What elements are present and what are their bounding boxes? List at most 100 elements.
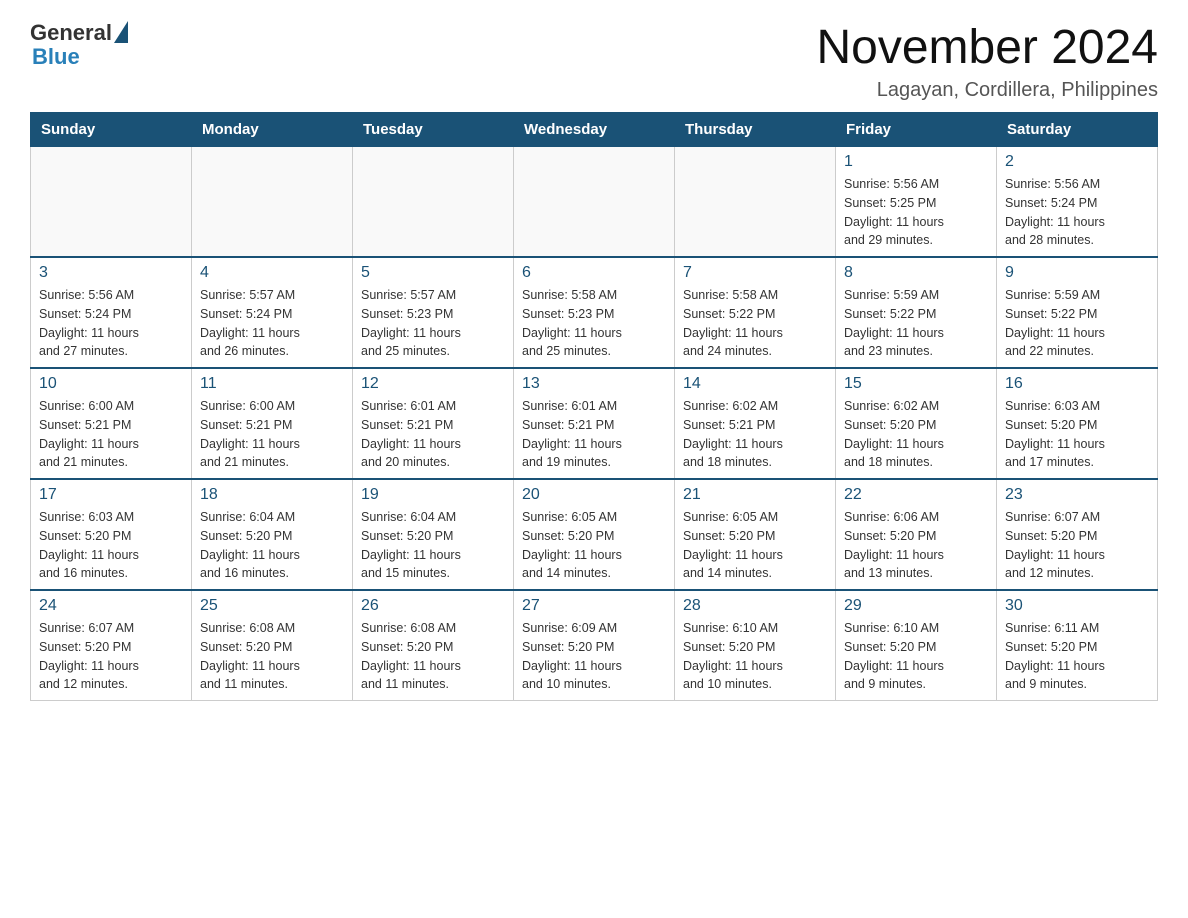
day-info: Sunrise: 6:10 AMSunset: 5:20 PMDaylight:…: [844, 619, 988, 694]
day-number: 14: [683, 375, 827, 393]
day-info: Sunrise: 6:03 AMSunset: 5:20 PMDaylight:…: [39, 508, 183, 583]
weekday-header-sunday: Sunday: [31, 113, 192, 147]
calendar-week-row: 3Sunrise: 5:56 AMSunset: 5:24 PMDaylight…: [31, 257, 1158, 368]
day-info: Sunrise: 6:01 AMSunset: 5:21 PMDaylight:…: [361, 397, 505, 472]
calendar-cell: 16 Sunrise: 6:03 AMSunset: 5:20 PMDayligh…: [997, 368, 1158, 479]
day-info: Sunrise: 6:09 AMSunset: 5:20 PMDaylight:…: [522, 619, 666, 694]
weekday-header-thursday: Thursday: [675, 113, 836, 147]
day-info: Sunrise: 6:07 AMSunset: 5:20 PMDaylight:…: [39, 619, 183, 694]
logo: General Blue: [30, 20, 128, 70]
day-info: Sunrise: 6:08 AMSunset: 5:20 PMDaylight:…: [361, 619, 505, 694]
calendar-cell: 7Sunrise: 5:58 AMSunset: 5:22 PMDaylight…: [675, 257, 836, 368]
day-number: 24: [39, 597, 183, 615]
day-info: Sunrise: 6:02 AMSunset: 5:21 PMDaylight:…: [683, 397, 827, 472]
calendar-cell: 8 Sunrise: 5:59 AMSunset: 5:22 PMDaylight…: [836, 257, 997, 368]
calendar-cell: 13 Sunrise: 6:01 AMSunset: 5:21 PMDayligh…: [514, 368, 675, 479]
day-info: Sunrise: 6:04 AMSunset: 5:20 PMDaylight:…: [361, 508, 505, 583]
day-info: Sunrise: 6:06 AMSunset: 5:20 PMDaylight:…: [844, 508, 988, 583]
calendar-cell: 1 Sunrise: 5:56 AMSunset: 5:25 PMDaylight…: [836, 147, 997, 258]
calendar-cell: [353, 147, 514, 258]
day-info: Sunrise: 6:04 AMSunset: 5:20 PMDaylight:…: [200, 508, 344, 583]
day-info: Sunrise: 6:05 AMSunset: 5:20 PMDaylight:…: [683, 508, 827, 583]
day-number: 22: [844, 486, 988, 504]
day-info: Sunrise: 5:59 AMSunset: 5:22 PMDaylight:…: [844, 286, 988, 361]
day-number: 23: [1005, 486, 1149, 504]
day-number: 11: [200, 375, 344, 393]
calendar-cell: 29Sunrise: 6:10 AMSunset: 5:20 PMDayligh…: [836, 590, 997, 701]
day-number: 6: [522, 264, 666, 282]
day-number: 27: [522, 597, 666, 615]
weekday-header-wednesday: Wednesday: [514, 113, 675, 147]
day-number: 25: [200, 597, 344, 615]
calendar-cell: 10 Sunrise: 6:00 AMSunset: 5:21 PMDayligh…: [31, 368, 192, 479]
calendar-cell: 17 Sunrise: 6:03 AMSunset: 5:20 PMDayligh…: [31, 479, 192, 590]
weekday-header-saturday: Saturday: [997, 113, 1158, 147]
calendar-cell: 19 Sunrise: 6:04 AMSunset: 5:20 PMDayligh…: [353, 479, 514, 590]
logo-triangle-icon: [114, 21, 128, 43]
day-info: Sunrise: 6:05 AMSunset: 5:20 PMDaylight:…: [522, 508, 666, 583]
calendar-cell: 30 Sunrise: 6:11 AMSunset: 5:20 PMDayligh…: [997, 590, 1158, 701]
calendar-cell: [192, 147, 353, 258]
calendar-cell: 27 Sunrise: 6:09 AMSunset: 5:20 PMDayligh…: [514, 590, 675, 701]
day-number: 21: [683, 486, 827, 504]
calendar-table: SundayMondayTuesdayWednesdayThursdayFrid…: [30, 112, 1158, 701]
day-number: 30: [1005, 597, 1149, 615]
day-info: Sunrise: 6:03 AMSunset: 5:20 PMDaylight:…: [1005, 397, 1149, 472]
calendar-cell: [31, 147, 192, 258]
day-info: Sunrise: 6:07 AMSunset: 5:20 PMDaylight:…: [1005, 508, 1149, 583]
day-number: 5: [361, 264, 505, 282]
day-info: Sunrise: 5:56 AMSunset: 5:24 PMDaylight:…: [1005, 175, 1149, 250]
calendar-cell: 9 Sunrise: 5:59 AMSunset: 5:22 PMDaylight…: [997, 257, 1158, 368]
day-info: Sunrise: 6:00 AMSunset: 5:21 PMDaylight:…: [39, 397, 183, 472]
day-info: Sunrise: 5:58 AMSunset: 5:23 PMDaylight:…: [522, 286, 666, 361]
logo-blue-text: Blue: [32, 44, 80, 70]
day-info: Sunrise: 6:08 AMSunset: 5:20 PMDaylight:…: [200, 619, 344, 694]
day-number: 10: [39, 375, 183, 393]
weekday-header-tuesday: Tuesday: [353, 113, 514, 147]
day-number: 19: [361, 486, 505, 504]
calendar-cell: 12 Sunrise: 6:01 AMSunset: 5:21 PMDayligh…: [353, 368, 514, 479]
calendar-cell: 26Sunrise: 6:08 AMSunset: 5:20 PMDayligh…: [353, 590, 514, 701]
calendar-cell: 22 Sunrise: 6:06 AMSunset: 5:20 PMDayligh…: [836, 479, 997, 590]
calendar-cell: 11Sunrise: 6:00 AMSunset: 5:21 PMDayligh…: [192, 368, 353, 479]
calendar-cell: 23 Sunrise: 6:07 AMSunset: 5:20 PMDayligh…: [997, 479, 1158, 590]
day-number: 13: [522, 375, 666, 393]
day-number: 16: [1005, 375, 1149, 393]
day-info: Sunrise: 6:02 AMSunset: 5:20 PMDaylight:…: [844, 397, 988, 472]
weekday-header-monday: Monday: [192, 113, 353, 147]
day-info: Sunrise: 6:10 AMSunset: 5:20 PMDaylight:…: [683, 619, 827, 694]
day-number: 1: [844, 153, 988, 171]
calendar-cell: [675, 147, 836, 258]
day-info: Sunrise: 6:01 AMSunset: 5:21 PMDaylight:…: [522, 397, 666, 472]
day-info: Sunrise: 5:57 AMSunset: 5:23 PMDaylight:…: [361, 286, 505, 361]
day-number: 18: [200, 486, 344, 504]
day-number: 7: [683, 264, 827, 282]
calendar-cell: 4Sunrise: 5:57 AMSunset: 5:24 PMDaylight…: [192, 257, 353, 368]
day-number: 9: [1005, 264, 1149, 282]
calendar-cell: 2 Sunrise: 5:56 AMSunset: 5:24 PMDaylight…: [997, 147, 1158, 258]
day-number: 17: [39, 486, 183, 504]
page-header: General Blue November 2024 Lagayan, Cord…: [30, 20, 1158, 102]
calendar-cell: 18 Sunrise: 6:04 AMSunset: 5:20 PMDayligh…: [192, 479, 353, 590]
calendar-cell: 21 Sunrise: 6:05 AMSunset: 5:20 PMDayligh…: [675, 479, 836, 590]
calendar-cell: 3Sunrise: 5:56 AMSunset: 5:24 PMDaylight…: [31, 257, 192, 368]
day-number: 2: [1005, 153, 1149, 171]
logo-general-text: General: [30, 20, 112, 46]
calendar-cell: 28 Sunrise: 6:10 AMSunset: 5:20 PMDayligh…: [675, 590, 836, 701]
calendar-cell: 14 Sunrise: 6:02 AMSunset: 5:21 PMDayligh…: [675, 368, 836, 479]
calendar-cell: 20Sunrise: 6:05 AMSunset: 5:20 PMDayligh…: [514, 479, 675, 590]
calendar-week-row: 10 Sunrise: 6:00 AMSunset: 5:21 PMDayligh…: [31, 368, 1158, 479]
day-number: 8: [844, 264, 988, 282]
weekday-header-friday: Friday: [836, 113, 997, 147]
day-info: Sunrise: 6:11 AMSunset: 5:20 PMDaylight:…: [1005, 619, 1149, 694]
day-number: 12: [361, 375, 505, 393]
day-info: Sunrise: 5:59 AMSunset: 5:22 PMDaylight:…: [1005, 286, 1149, 361]
calendar-cell: 24 Sunrise: 6:07 AMSunset: 5:20 PMDayligh…: [31, 590, 192, 701]
calendar-header-row: SundayMondayTuesdayWednesdayThursdayFrid…: [31, 113, 1158, 147]
day-number: 28: [683, 597, 827, 615]
calendar-cell: 5 Sunrise: 5:57 AMSunset: 5:23 PMDaylight…: [353, 257, 514, 368]
title-block: November 2024 Lagayan, Cordillera, Phili…: [816, 20, 1158, 102]
calendar-week-row: 17 Sunrise: 6:03 AMSunset: 5:20 PMDayligh…: [31, 479, 1158, 590]
calendar-cell: [514, 147, 675, 258]
day-info: Sunrise: 5:56 AMSunset: 5:25 PMDaylight:…: [844, 175, 988, 250]
